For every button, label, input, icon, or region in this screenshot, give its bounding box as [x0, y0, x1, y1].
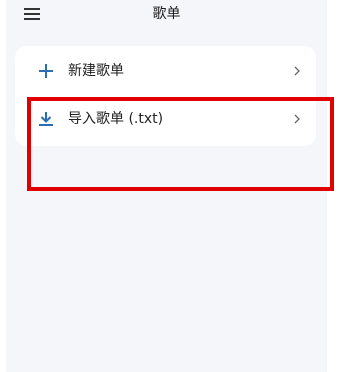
- new-playlist-row[interactable]: 新建歌单: [15, 48, 316, 96]
- import-playlist-row[interactable]: 导入歌单 (.txt): [15, 96, 316, 144]
- chevron-right-icon: [293, 113, 301, 125]
- download-icon: [38, 111, 54, 127]
- playlist-page: 歌单 新建歌单 导入歌单 (.txt): [6, 0, 327, 372]
- chevron-right-icon: [293, 65, 301, 77]
- new-playlist-label: 新建歌单: [68, 63, 124, 79]
- top-bar: 歌单: [6, 0, 327, 38]
- page-title: 歌单: [152, 6, 181, 22]
- playlist-actions-card: 新建歌单 导入歌单 (.txt): [15, 46, 316, 146]
- import-playlist-label: 导入歌单 (.txt): [68, 111, 164, 127]
- plus-icon: [38, 63, 54, 79]
